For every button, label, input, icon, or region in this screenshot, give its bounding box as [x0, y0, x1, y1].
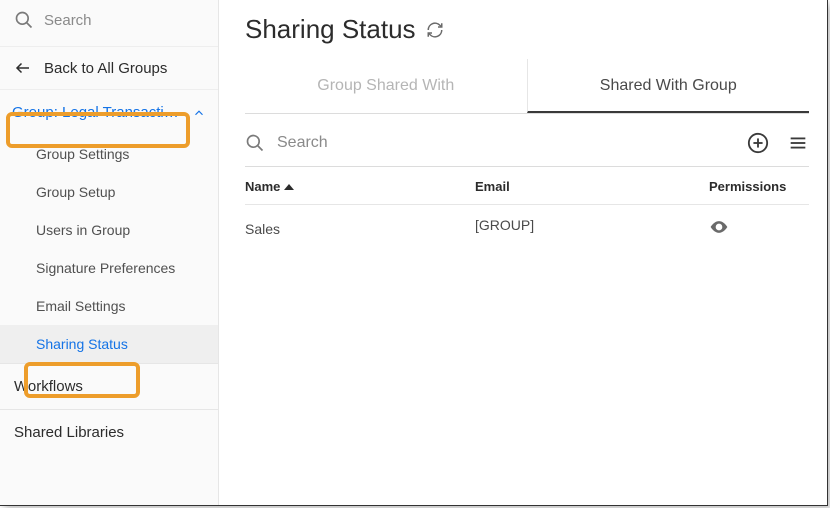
sidebar-item-label: Signature Preferences: [36, 260, 175, 276]
col-header-permissions[interactable]: Permissions: [709, 179, 809, 194]
table-search-placeholder[interactable]: Search: [277, 134, 735, 152]
sidebar-section-shared-libraries[interactable]: Shared Libraries: [0, 409, 218, 455]
sidebar-section-label: Shared Libraries: [14, 424, 124, 441]
sidebar-item-label: Users in Group: [36, 222, 130, 238]
sidebar-item-users-in-group[interactable]: Users in Group: [0, 211, 218, 249]
cell-email: [GROUP]: [475, 217, 709, 240]
tab-shared-with-group[interactable]: Shared With Group: [527, 59, 810, 113]
add-icon[interactable]: [747, 132, 769, 154]
tab-label: Group Shared With: [317, 77, 454, 94]
back-to-all-groups[interactable]: Back to All Groups: [0, 46, 218, 90]
cell-name: Sales: [245, 217, 475, 240]
tabs: Group Shared With Shared With Group: [245, 59, 809, 114]
sidebar-search[interactable]: Search: [0, 0, 218, 46]
eye-icon: [709, 217, 729, 237]
sidebar-item-email-settings[interactable]: Email Settings: [0, 287, 218, 325]
refresh-icon[interactable]: [426, 21, 444, 39]
menu-icon[interactable]: [787, 132, 809, 154]
sidebar-section-workflows[interactable]: Workflows: [0, 363, 218, 409]
chevron-up-icon: [192, 106, 206, 120]
arrow-left-icon: [14, 59, 32, 77]
sort-asc-icon: [284, 182, 294, 192]
group-header-label: Group: Legal Transacti…: [12, 104, 192, 121]
tab-label: Shared With Group: [600, 77, 737, 94]
back-label: Back to All Groups: [44, 60, 167, 77]
col-header-label: Email: [475, 179, 510, 194]
page-title: Sharing Status: [245, 8, 809, 59]
sidebar-item-group-settings[interactable]: Group Settings: [0, 135, 218, 173]
search-icon: [14, 10, 34, 30]
sidebar-item-label: Sharing Status: [36, 336, 128, 352]
col-header-label: Permissions: [709, 179, 786, 194]
col-header-email[interactable]: Email: [475, 179, 709, 194]
cell-permissions: [709, 217, 809, 240]
page-title-text: Sharing Status: [245, 14, 416, 45]
sidebar-section-label: Workflows: [14, 378, 83, 395]
col-header-name[interactable]: Name: [245, 179, 475, 194]
sidebar-item-signature-preferences[interactable]: Signature Preferences: [0, 249, 218, 287]
col-header-label: Name: [245, 179, 280, 194]
tab-group-shared-with[interactable]: Group Shared With: [245, 59, 527, 113]
sidebar-item-label: Group Setup: [36, 184, 115, 200]
sidebar-item-label: Email Settings: [36, 298, 125, 314]
main-content: Sharing Status Group Shared With Shared …: [219, 0, 827, 505]
sidebar-item-sharing-status[interactable]: Sharing Status: [0, 325, 218, 363]
sidebar: Search Back to All Groups Group: Legal T…: [0, 0, 219, 505]
table-toolbar: Search: [245, 114, 809, 167]
sidebar-item-label: Group Settings: [36, 146, 129, 162]
search-icon[interactable]: [245, 133, 265, 153]
table-header: Name Email Permissions: [245, 167, 809, 205]
group-header[interactable]: Group: Legal Transacti…: [0, 90, 218, 135]
sidebar-item-group-setup[interactable]: Group Setup: [0, 173, 218, 211]
table-row[interactable]: Sales [GROUP]: [245, 205, 809, 252]
sidebar-search-placeholder: Search: [44, 12, 92, 29]
